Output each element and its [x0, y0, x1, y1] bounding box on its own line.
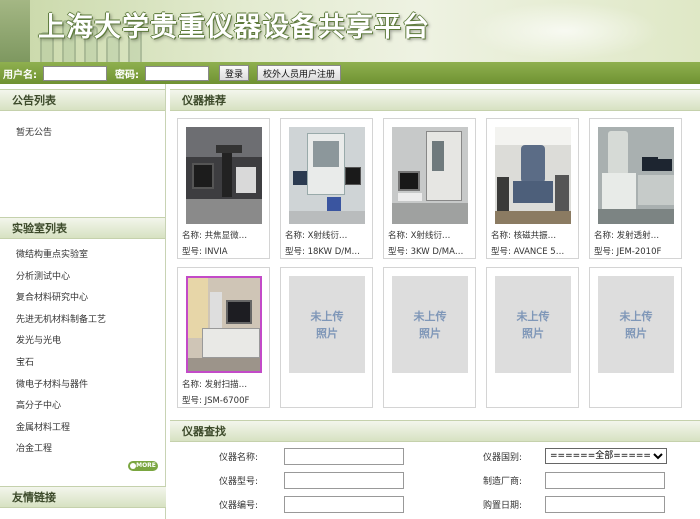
username-input[interactable] — [43, 65, 107, 81]
instrument-model: 型号: 18KW D/M… — [285, 247, 361, 257]
no-photo-placeholder[interactable]: 未上传 照片 — [598, 276, 674, 373]
notice-text: 暂无公告 — [16, 128, 53, 138]
links-header: 友情链接 — [0, 486, 166, 508]
main-content: 仪器推荐 名称: 共焦显微… 型号: INVIA 名称: X射线衍… 型号: 1… — [170, 84, 700, 513]
placeholder-text: 照片 — [522, 326, 544, 340]
instrument-card[interactable]: 未上传 照片 — [589, 267, 682, 408]
name-label: 仪器名称: — [218, 452, 258, 463]
lab-item[interactable]: 宝石 — [16, 353, 165, 375]
header-banner: 上海大学贵重仪器设备共享平台 — [0, 0, 700, 62]
register-button[interactable]: 校外人员用户注册 — [257, 65, 342, 81]
form-row-category: 仪器国别: ======全部====== — [440, 447, 667, 465]
lab-list-header: 实验室列表 — [0, 217, 165, 239]
form-row-code: 仪器编号: — [170, 495, 404, 513]
more-button[interactable]: MORE — [128, 461, 158, 471]
instrument-card[interactable]: 名称: 共焦显微… 型号: INVIA — [177, 118, 270, 259]
notice-body: 暂无公告 — [0, 111, 165, 217]
instrument-photo[interactable] — [186, 127, 262, 224]
form-row-model: 仪器型号: — [170, 471, 404, 489]
form-row-manufacturer: 制造厂商: — [440, 471, 665, 489]
instrument-photo[interactable] — [289, 127, 365, 224]
password-input[interactable] — [145, 65, 209, 81]
placeholder-text: 照片 — [625, 326, 647, 340]
instrument-model: 型号: 3KW D/MA… — [388, 247, 464, 257]
banner-strip — [0, 0, 30, 62]
instrument-card[interactable]: 名称: 发射透射… 型号: JEM-2010F — [589, 118, 682, 259]
search-section: 仪器查找 仪器名称: 仪器国别: ======全部====== 仪器型号: 制造… — [170, 420, 700, 513]
more-label: MORE — [136, 462, 156, 469]
placeholder-text: 未上传 — [516, 309, 550, 323]
placeholder-text: 未上传 — [310, 309, 344, 323]
category-label: 仪器国别: — [482, 452, 522, 463]
instrument-model: 型号: AVANCE 5… — [491, 247, 565, 257]
lab-item[interactable]: 高分子中心 — [16, 396, 165, 418]
password-label: 密码: — [115, 69, 139, 81]
lab-item[interactable]: 分析测试中心 — [16, 267, 165, 289]
instrument-model: 型号: JSM-6700F — [182, 396, 250, 406]
instrument-code-input[interactable] — [284, 495, 404, 513]
instrument-card[interactable]: 未上传 照片 — [383, 267, 476, 408]
login-bar: 用户名: 密码: 登录 校外人员用户注册 — [0, 62, 700, 84]
username-label: 用户名: — [3, 69, 37, 81]
instrument-name: 名称: X射线衍… — [388, 231, 451, 241]
instrument-card[interactable]: 未上传 照片 — [280, 267, 373, 408]
lab-item[interactable]: 金属材料工程 — [16, 418, 165, 440]
instrument-card[interactable]: 名称: 核磁共振… 型号: AVANCE 5… — [486, 118, 579, 259]
placeholder-text: 未上传 — [619, 309, 653, 323]
lab-list: 微结构重点实验室 分析测试中心 复合材料研究中心 先进无机材料制备工艺 发光与光… — [0, 239, 165, 461]
lab-item[interactable]: 发光与光电 — [16, 331, 165, 353]
code-label: 仪器编号: — [218, 500, 258, 511]
placeholder-text: 照片 — [316, 326, 338, 340]
instrument-name: 名称: 发射透射… — [594, 231, 660, 241]
instrument-photo[interactable] — [392, 127, 468, 224]
site-title: 上海大学贵重仪器设备共享平台 — [38, 12, 430, 43]
model-label: 仪器型号: — [218, 476, 258, 487]
lab-item[interactable]: 先进无机材料制备工艺 — [16, 310, 165, 332]
category-select[interactable]: ======全部====== — [545, 448, 667, 464]
instrument-photo[interactable] — [186, 276, 262, 373]
instrument-name: 名称: 核磁共振… — [491, 231, 557, 241]
links-section: 友情链接 — [0, 486, 166, 508]
purchase-date-input[interactable] — [545, 495, 665, 513]
no-photo-placeholder[interactable]: 未上传 照片 — [392, 276, 468, 373]
instrument-model-input[interactable] — [284, 471, 404, 489]
manufacturer-label: 制造厂商: — [482, 476, 522, 487]
placeholder-text: 未上传 — [413, 309, 447, 323]
instrument-photo[interactable] — [495, 127, 571, 224]
banner-glow — [470, 2, 660, 60]
instrument-model: 型号: INVIA — [182, 247, 228, 257]
lab-item[interactable]: 复合材料研究中心 — [16, 288, 165, 310]
no-photo-placeholder[interactable]: 未上传 照片 — [289, 276, 365, 373]
purchase-label: 购置日期: — [482, 500, 522, 511]
form-row-name: 仪器名称: — [170, 447, 404, 465]
instrument-card[interactable]: 名称: X射线衍… 型号: 18KW D/M… — [280, 118, 373, 259]
instrument-name-input[interactable] — [284, 447, 404, 465]
instrument-photo[interactable] — [598, 127, 674, 224]
placeholder-text: 照片 — [419, 326, 441, 340]
lab-item[interactable]: 冶金工程 — [16, 439, 165, 461]
instrument-model: 型号: JEM-2010F — [594, 247, 662, 257]
instrument-card[interactable]: 名称: 发射扫描… 型号: JSM-6700F — [177, 267, 270, 408]
instrument-card[interactable]: 名称: X射线衍… 型号: 3KW D/MA… — [383, 118, 476, 259]
search-header: 仪器查找 — [170, 420, 700, 442]
instrument-name: 名称: 共焦显微… — [182, 231, 248, 241]
lab-item[interactable]: 微电子材料与器件 — [16, 375, 165, 397]
no-photo-placeholder[interactable]: 未上传 照片 — [495, 276, 571, 373]
instrument-name: 名称: 发射扫描… — [182, 380, 248, 390]
form-row-purchase: 购置日期: — [440, 495, 665, 513]
instrument-grid: 名称: 共焦显微… 型号: INVIA 名称: X射线衍… 型号: 18KW D… — [170, 111, 700, 419]
lab-item[interactable]: 微结构重点实验室 — [16, 245, 165, 267]
manufacturer-input[interactable] — [545, 471, 665, 489]
login-button[interactable]: 登录 — [219, 65, 250, 81]
instrument-name: 名称: X射线衍… — [285, 231, 348, 241]
notice-header: 公告列表 — [0, 89, 165, 111]
recommend-header: 仪器推荐 — [170, 89, 700, 111]
left-sidebar: 公告列表 暂无公告 实验室列表 微结构重点实验室 分析测试中心 复合材料研究中心… — [0, 84, 166, 519]
instrument-card[interactable]: 未上传 照片 — [486, 267, 579, 408]
